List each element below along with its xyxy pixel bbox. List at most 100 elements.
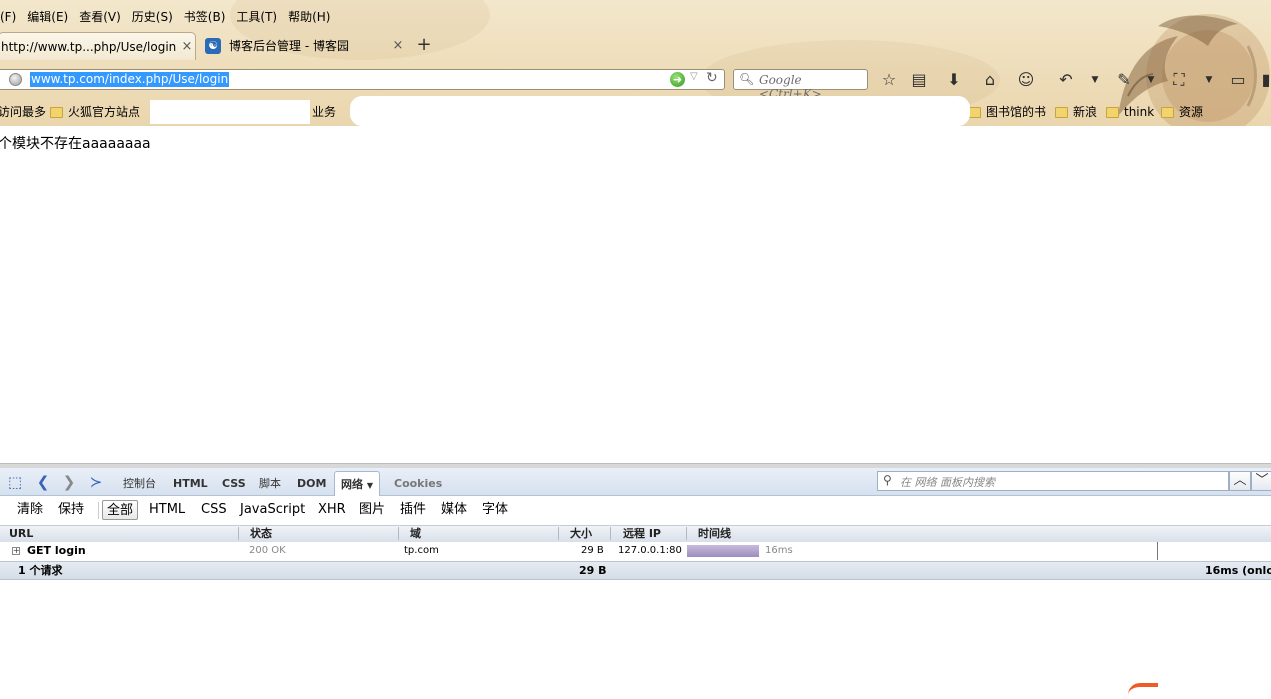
overflow-icon[interactable]: ▮ [1256,70,1271,90]
column-divider [238,527,239,540]
tab-net-label: 网络 [341,478,363,491]
bookmark-library-books[interactable]: 图书馆的书 [968,102,1046,122]
bookmark-think[interactable]: think [1106,102,1154,122]
bookmark-label: 新浪 [1073,105,1098,119]
folder-icon [1161,106,1174,118]
page-error-message: 个模块不存在aaaaaaaa [0,136,151,152]
panel-search-input[interactable]: ⚲ 在 网络 面板内搜索 [877,471,1229,491]
tab-dom[interactable]: DOM [297,476,326,491]
bookmark-label: 图书馆的书 [986,105,1047,119]
menu-tools[interactable]: 工具(T) [231,8,283,26]
menu-bookmarks[interactable]: 书签(B) [179,8,232,26]
tab-bar: http://www.tp...php/Use/login × ☯ 博客后台管理… [0,32,1271,60]
undo-icon[interactable]: ↶ [1056,70,1076,90]
tab-net[interactable]: 网络 ▼ [334,471,380,496]
redacted-area [150,100,310,124]
tab-html[interactable]: HTML [173,476,208,491]
dropdown-icon[interactable]: ▼ [1199,70,1219,90]
go-arrow-icon[interactable]: ➜ [670,72,685,87]
reload-icon[interactable]: ↻ [706,70,718,86]
dropdown-icon[interactable]: ▼ [1141,70,1161,90]
command-line-icon[interactable]: ≻ [87,473,105,491]
firebug-icon[interactable]: ✎ [1114,70,1134,90]
column-domain[interactable]: 域 [410,526,421,542]
url-history-dropdown-icon[interactable]: ▽ [690,71,698,82]
filter-html[interactable]: HTML [146,500,188,520]
request-status: 200 OK [249,545,286,556]
tab-close-icon[interactable]: × [390,38,406,53]
clear-button[interactable]: 清除 [14,500,46,520]
tab-login[interactable]: http://www.tp...php/Use/login × [0,32,196,60]
bookmark-sina[interactable]: 新浪 [1055,102,1097,122]
menu-bar: (F) 编辑(E) 查看(V) 历史(S) 书签(B) 工具(T) 帮助(H) [0,8,336,26]
bookmark-most-visited[interactable]: 访问最多 [0,102,46,122]
column-timeline[interactable]: 时间线 [698,526,731,542]
column-divider [610,527,611,540]
filter-fonts[interactable]: 字体 [479,500,511,520]
filter-javascript[interactable]: JavaScript [237,500,308,520]
filter-images[interactable]: 图片 [356,500,388,520]
downloads-icon[interactable]: ⬇ [944,70,964,90]
filter-media[interactable]: 媒体 [438,500,470,520]
menu-history[interactable]: 历史(S) [127,8,179,26]
folder-icon[interactable]: ▭ [1228,70,1248,90]
net-summary-row: 1 个请求 29 B 16ms (onload [0,561,1271,580]
search-prev-button[interactable]: ︿ [1229,471,1251,491]
screenshot-icon[interactable]: ⛶ [1169,70,1189,90]
tab-css[interactable]: CSS [222,476,246,491]
corner-decoration [1128,683,1158,699]
bookmark-label: 火狐官方站点 [68,105,141,119]
browser-chrome: (F) 编辑(E) 查看(V) 历史(S) 书签(B) 工具(T) 帮助(H) … [0,0,1271,126]
menu-view[interactable]: 查看(V) [74,8,127,26]
column-size[interactable]: 大小 [570,526,592,542]
new-tab-button[interactable]: + [414,34,434,56]
filter-all[interactable]: 全部 [102,500,139,520]
menu-file[interactable]: (F) [0,8,22,26]
tab-close-icon[interactable]: × [179,39,195,54]
bookmark-firefox-site[interactable]: 火狐官方站点 [50,102,140,122]
request-url[interactable]: GET login [27,542,86,560]
search-next-button[interactable]: ﹀ [1251,471,1271,491]
bookmark-resources[interactable]: 资源 [1161,102,1203,122]
column-status[interactable]: 状态 [250,526,272,542]
filter-xhr[interactable]: XHR [315,500,349,520]
tab-console[interactable]: 控制台 [123,476,156,491]
table-row[interactable]: + GET login 200 OK tp.com 29 B 127.0.0.1… [0,542,1271,560]
menu-edit[interactable]: 编辑(E) [22,8,74,26]
timeline-bar[interactable] [687,545,759,557]
navigation-bar: www.tp.com/index.php/Use/login ➜ ▽ ↻ 🔍︎ … [0,66,1271,101]
bookmarks-menu-icon[interactable]: ▤ [909,70,929,90]
search-icon[interactable]: 🔍︎ [739,72,754,86]
chat-icon[interactable]: ☺ [1016,70,1036,90]
column-remote-ip[interactable]: 远程 IP [623,526,661,542]
inspect-icon[interactable]: ⬚ [6,473,24,491]
site-identity-icon[interactable] [9,73,22,86]
tab-cookies[interactable]: Cookies [394,476,442,491]
filter-plugins[interactable]: 插件 [397,500,429,520]
url-text[interactable]: www.tp.com/index.php/Use/login [30,72,230,87]
panel-search-placeholder: 在 网络 面板内搜索 [900,476,995,489]
tab-cnblogs[interactable]: ☯ 博客后台管理 - 博客园 × [196,32,406,59]
tab-title: 博客后台管理 - 博客园 [229,39,349,53]
bookmark-label: 访问最多 [0,105,47,119]
forward-icon[interactable]: ❯ [60,473,78,491]
bookmark-star-icon[interactable]: ☆ [879,70,899,90]
column-divider [558,527,559,540]
url-bar[interactable]: www.tp.com/index.php/Use/login ➜ ▽ ↻ [0,69,725,90]
back-icon[interactable]: ❮ [34,473,52,491]
summary-count: 1 个请求 [18,564,63,577]
tab-script[interactable]: 脚本 [259,476,281,491]
persist-button[interactable]: 保持 [55,500,87,520]
home-icon[interactable]: ⌂ [980,70,1000,90]
timeline-load-marker [1157,542,1158,560]
bookmark-partial[interactable]: 业务 [312,102,336,122]
filter-css[interactable]: CSS [198,500,230,520]
search-bar[interactable]: 🔍︎ Google <Ctrl+K> [733,69,868,101]
request-remote-ip: 127.0.0.1:80 [618,545,682,556]
expand-icon[interactable]: + [12,547,20,555]
dropdown-icon[interactable]: ▼ [1085,70,1105,90]
summary-time: 16ms (onload [1205,564,1271,577]
menu-help[interactable]: 帮助(H) [283,8,336,26]
column-url[interactable]: URL [9,526,33,542]
request-size: 29 B [581,545,604,556]
